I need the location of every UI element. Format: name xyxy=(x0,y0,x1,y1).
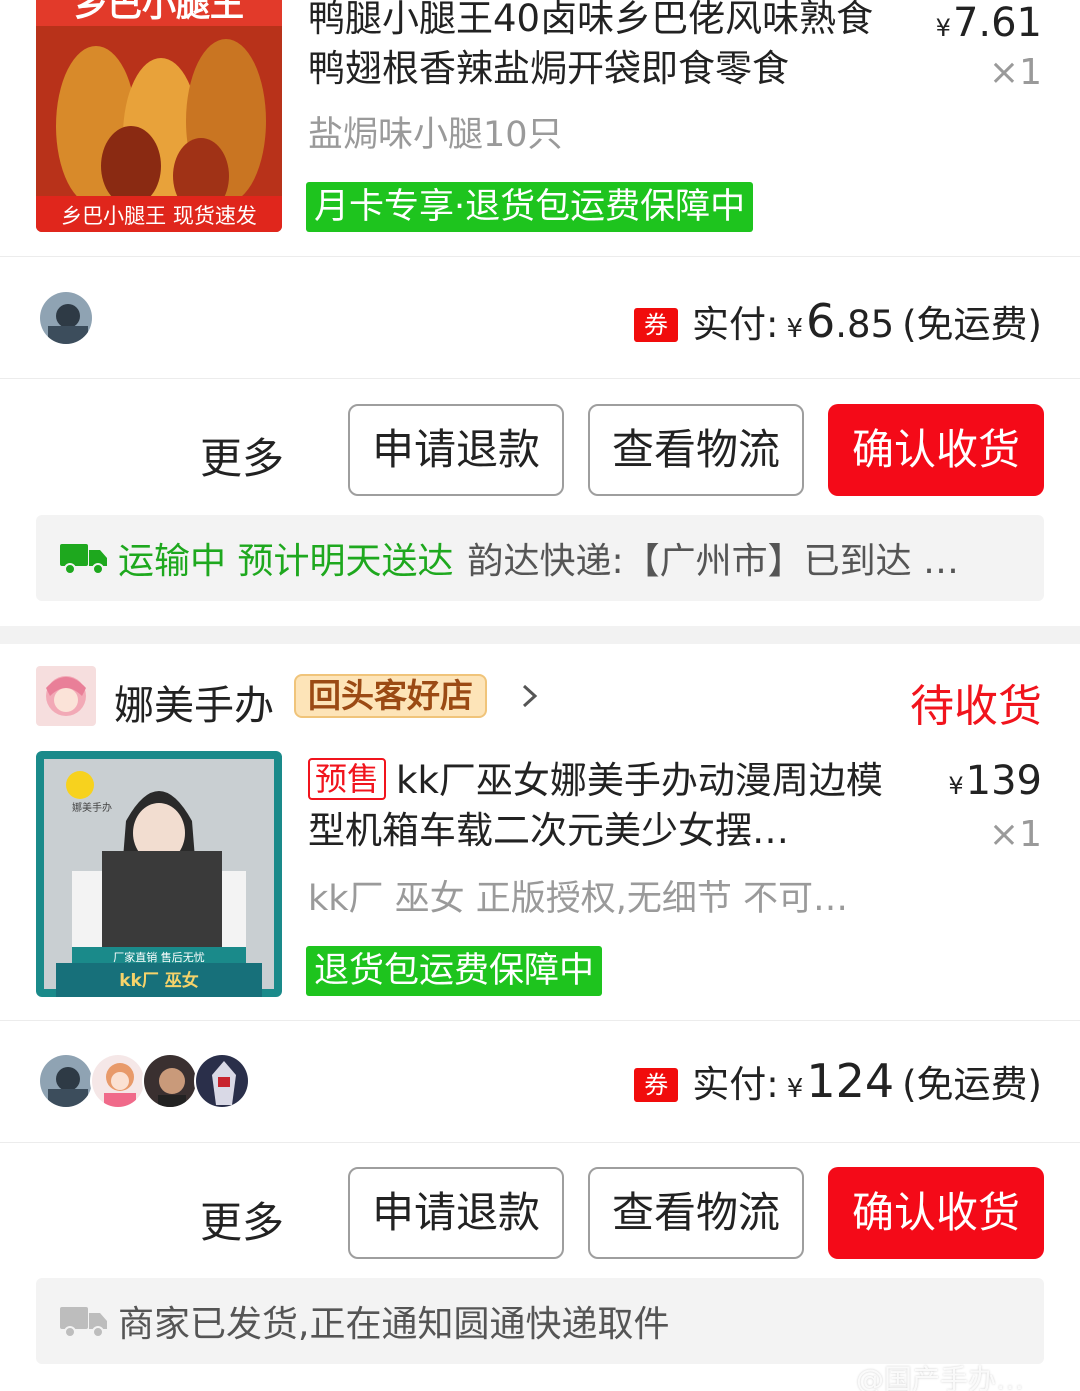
divider xyxy=(0,1020,1080,1021)
buyer-avatar xyxy=(142,1053,198,1109)
logistics-status: 运输中 预计明天送达 xyxy=(118,541,454,582)
thumb-bottom-text: 乡巴小腿王 现货速发 xyxy=(61,204,257,228)
product-title[interactable]: 鸭腿小腿王40卤味乡巴佬风味熟食鸭翅根香辣盐焗开袋即食零食 xyxy=(308,0,908,94)
truck-icon xyxy=(60,540,108,576)
thumb-logo-text: 娜美手办 xyxy=(72,801,112,814)
product-title[interactable]: 预售 kk厂巫女娜美手办动漫周边模型机箱车载二次元美少女摆… xyxy=(308,756,908,856)
confirm-receipt-button[interactable]: 确认收货 xyxy=(828,1167,1044,1259)
divider xyxy=(0,378,1080,379)
product-price: ¥7.61 xyxy=(935,0,1042,46)
coupon-icon: 券 xyxy=(634,1068,679,1102)
order-status: 待收货 xyxy=(910,681,1042,732)
view-logistics-button[interactable]: 查看物流 xyxy=(588,1167,804,1259)
product-spec: 盐焗味小腿10只 xyxy=(308,115,563,155)
buyer-avatar xyxy=(194,1053,250,1109)
shop-name[interactable]: 娜美手办 xyxy=(114,673,274,731)
refund-button[interactable]: 申请退款 xyxy=(348,1167,564,1259)
divider xyxy=(0,256,1080,257)
presale-tag: 预售 xyxy=(308,758,387,800)
section-gap xyxy=(0,626,1080,644)
payment-total: 券 实付: ¥ 124 (免运费) xyxy=(634,1054,1042,1108)
logistics-detail: 商家已发货,正在通知圆通快递取件 xyxy=(118,1304,670,1345)
coupon-icon: 券 xyxy=(633,308,678,342)
logistics-status-bar[interactable]: 运输中 预计明天送达 韵达快递:【广州市】已到达 … xyxy=(36,515,1044,601)
product-qty: ×1 xyxy=(988,814,1042,855)
thumb-top-text: 乡巴小腿王 xyxy=(74,0,244,25)
truck-icon xyxy=(60,1303,108,1339)
more-button[interactable]: 更多 xyxy=(200,1189,284,1250)
order-card-2: 娜美手办 回头客好店 待收货 娜美手办 厂家直销 售后无忧 kk厂 巫女 预售 k… xyxy=(0,644,1080,1391)
product-thumbnail[interactable]: 娜美手办 厂家直销 售后无忧 kk厂 巫女 xyxy=(36,751,282,997)
service-badge: 退货包运费保障中 xyxy=(306,946,603,996)
buyer-avatar xyxy=(38,1053,94,1109)
thumb-caption-small: 厂家直销 售后无忧 xyxy=(113,950,205,964)
refund-button[interactable]: 申请退款 xyxy=(348,404,564,496)
product-spec: kk厂 巫女 正版授权,无细节 不可… xyxy=(308,879,849,919)
product-thumbnail[interactable]: 乡巴小腿王 乡巴小腿王 现货速发 xyxy=(36,0,282,232)
thumb-caption: kk厂 巫女 xyxy=(119,970,199,991)
chevron-right-icon[interactable] xyxy=(518,684,542,708)
logistics-status-bar[interactable]: 商家已发货,正在通知圆通快递取件 xyxy=(36,1278,1044,1364)
watermark: @国产手办… xyxy=(856,1363,1025,1391)
service-badge: 月卡专享·退货包运费保障中 xyxy=(306,182,754,232)
buyer-avatar xyxy=(90,1053,146,1109)
buyer-avatar xyxy=(38,290,94,346)
confirm-receipt-button[interactable]: 确认收货 xyxy=(828,404,1044,496)
view-logistics-button[interactable]: 查看物流 xyxy=(588,404,804,496)
logistics-detail: 韵达快递:【广州市】已到达 … xyxy=(467,541,960,582)
divider xyxy=(0,1142,1080,1143)
order-card-1: 乡巴小腿王 乡巴小腿王 现货速发 鸭腿小腿王40卤味乡巴佬风味熟食鸭翅根香辣盐焗… xyxy=(0,0,1080,626)
more-button[interactable]: 更多 xyxy=(200,425,284,486)
shop-avatar[interactable] xyxy=(36,666,96,726)
shop-tag: 回头客好店 xyxy=(294,674,487,718)
product-price: ¥139 xyxy=(948,758,1042,804)
payment-total: 券 实付: ¥ 6.85 (免运费) xyxy=(633,294,1042,348)
product-qty: ×1 xyxy=(988,52,1042,93)
